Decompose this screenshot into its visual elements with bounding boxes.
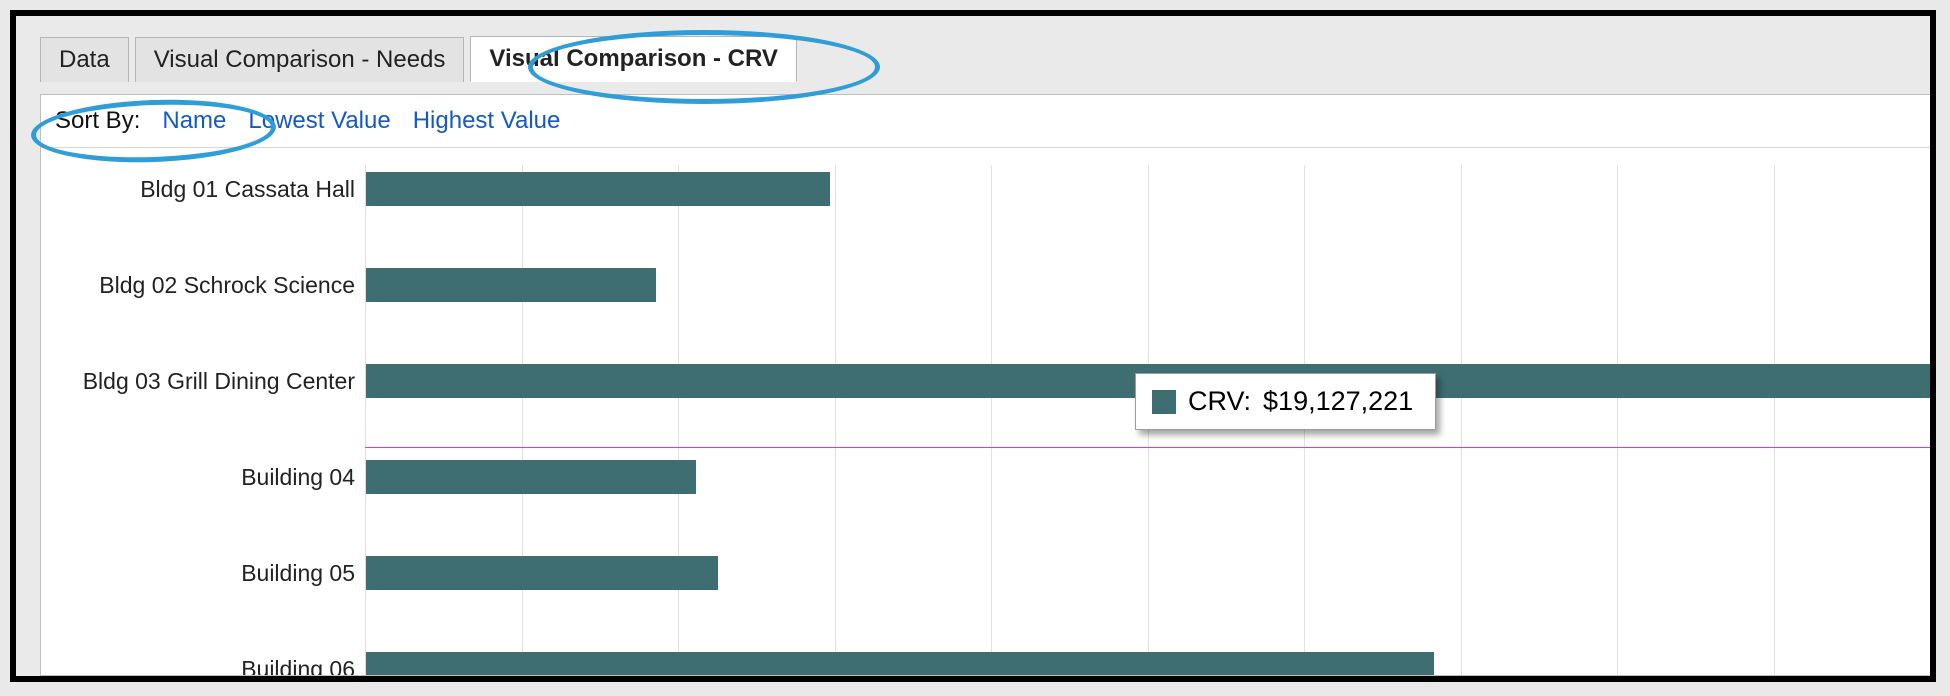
chart-row: Building 05 (55, 549, 1930, 597)
bar-label: Building 05 (55, 560, 365, 587)
tooltip-swatch-icon (1152, 390, 1176, 414)
bar-label: Bldg 01 Cassata Hall (55, 176, 365, 203)
chart-rows: Bldg 01 Cassata Hall Bldg 02 Schrock Scie… (55, 165, 1930, 675)
bar[interactable] (366, 268, 656, 302)
tab-data[interactable]: Data (40, 37, 129, 82)
tab-content: Sort By: Name Lowest Value Highest Value… (40, 94, 1930, 676)
bar-label: Building 04 (55, 464, 365, 491)
chart-row: Bldg 03 Grill Dining Center (55, 357, 1930, 405)
sort-option-name[interactable]: Name (162, 107, 226, 135)
tab-visual-comparison-crv[interactable]: Visual Comparison - CRV (470, 36, 797, 82)
sort-row: Sort By: Name Lowest Value Highest Value (41, 95, 1930, 148)
bar[interactable] (366, 556, 718, 590)
bar-label: Bldg 03 Grill Dining Center (55, 368, 365, 395)
sort-by-label: Sort By: (55, 107, 140, 135)
chart-tooltip: CRV: $19,127,221 (1135, 373, 1436, 430)
tabs-bar: Data Visual Comparison - Needs Visual Co… (16, 16, 1930, 82)
tab-visual-comparison-needs[interactable]: Visual Comparison - Needs (135, 37, 465, 82)
bar-track (365, 165, 1930, 213)
bar-track (365, 549, 1930, 597)
sort-option-highest[interactable]: Highest Value (413, 107, 561, 135)
bar-track (365, 453, 1930, 501)
bar[interactable] (366, 652, 1434, 675)
app-frame: Data Visual Comparison - Needs Visual Co… (10, 10, 1936, 682)
bar-track (365, 645, 1930, 675)
bar-label: Bldg 02 Schrock Science (55, 272, 365, 299)
chart-row: Building 04 (55, 453, 1930, 501)
chart-row: Bldg 01 Cassata Hall (55, 165, 1930, 213)
chart-row: Bldg 02 Schrock Science (55, 261, 1930, 309)
sort-option-lowest[interactable]: Lowest Value (248, 107, 390, 135)
tooltip-value: $19,127,221 (1263, 386, 1413, 417)
bar-track (365, 261, 1930, 309)
bar[interactable] (366, 172, 830, 206)
bar[interactable] (366, 460, 696, 494)
bar-label: Building 06 (55, 656, 365, 676)
chart-row: Building 06 (55, 645, 1930, 675)
tooltip-series-label: CRV: (1188, 386, 1251, 417)
chart-area: Bldg 01 Cassata Hall Bldg 02 Schrock Scie… (55, 165, 1930, 675)
